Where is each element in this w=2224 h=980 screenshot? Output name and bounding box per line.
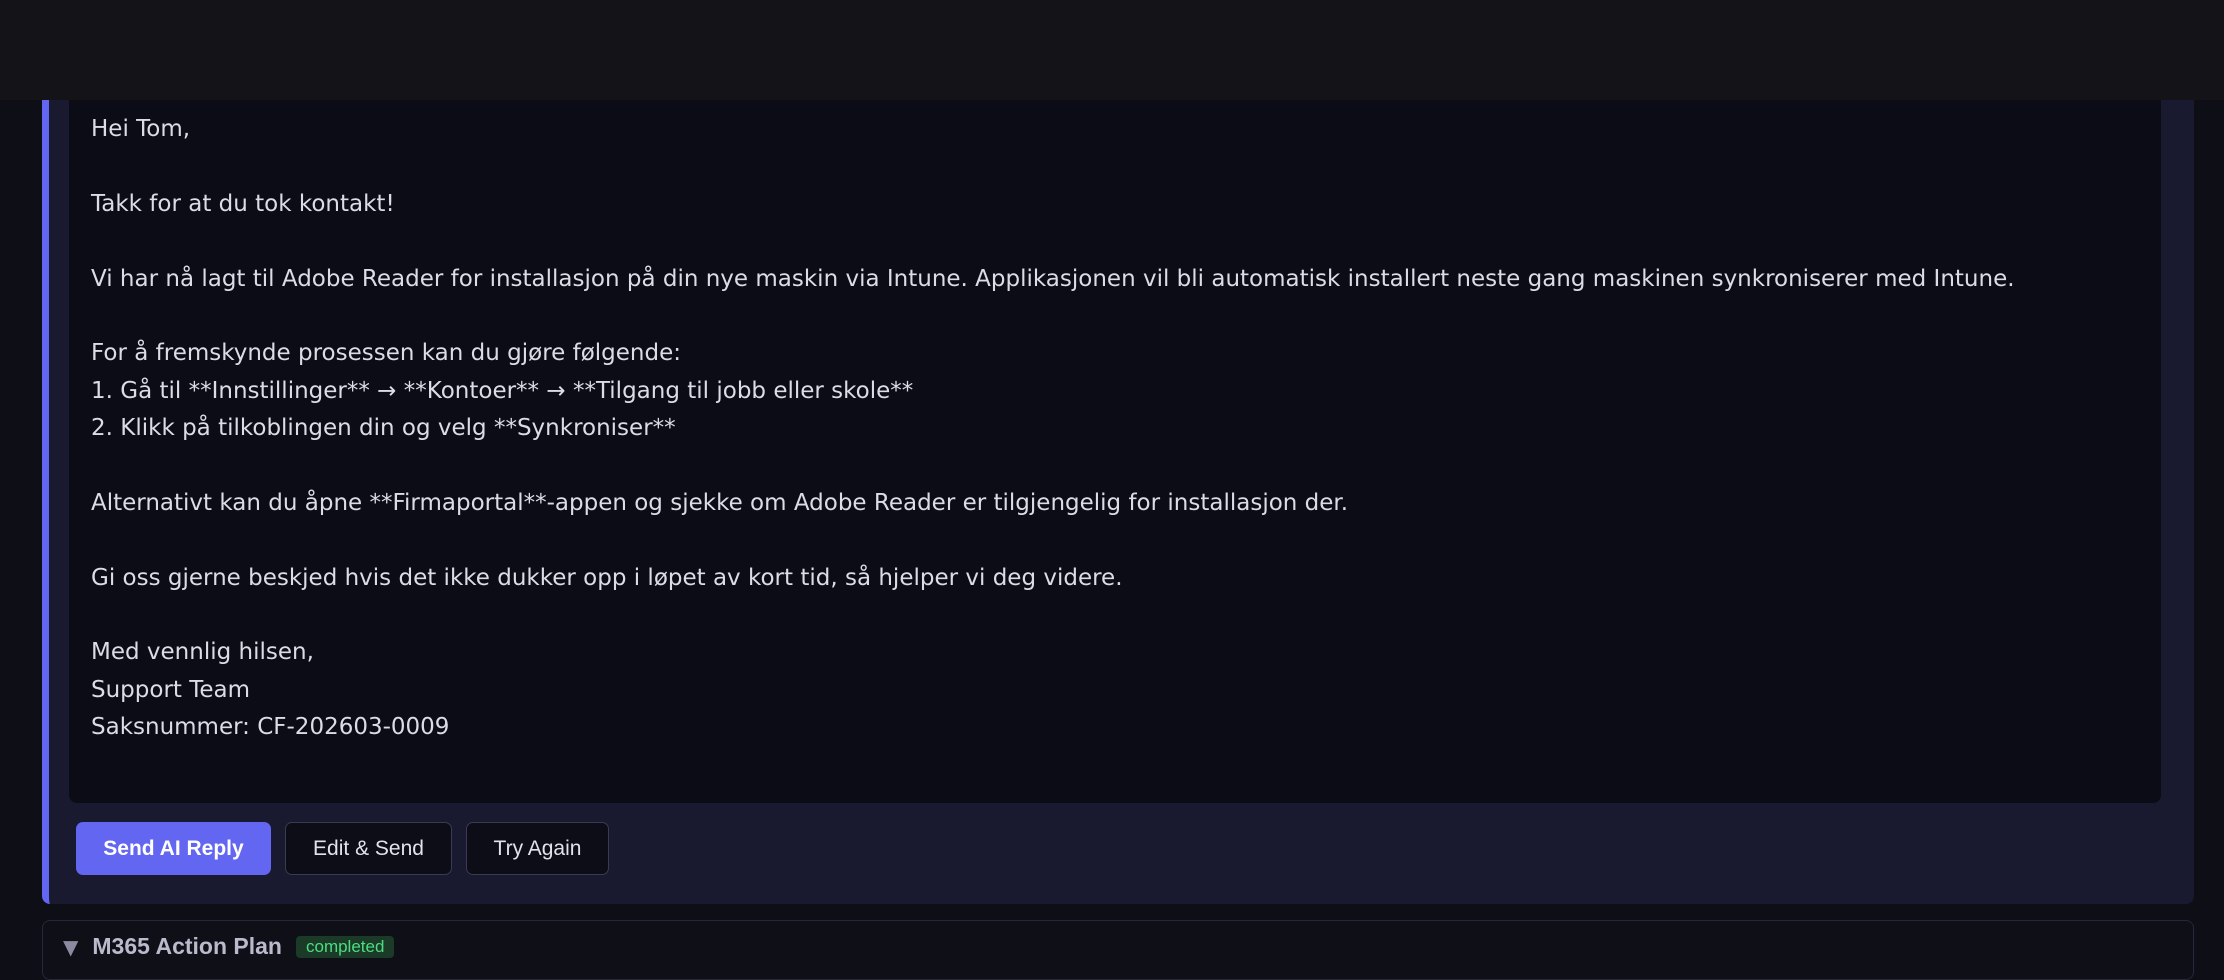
try-again-button[interactable]: Try Again [466, 822, 609, 875]
reply-line: Alternativt kan du åpne **Firmaportal**-… [91, 489, 1349, 516]
reply-line [91, 298, 2139, 335]
reply-line [91, 448, 2139, 485]
m365-action-plan-section[interactable]: ▼ M365 Action Plan completed [42, 920, 2194, 980]
reply-line: Hei Tom, [91, 116, 191, 142]
status-badge: completed [295, 935, 395, 958]
edit-and-send-button[interactable]: Edit & Send [285, 822, 452, 875]
reply-line: Takk for at du tok kontakt! [91, 190, 395, 217]
send-ai-reply-button[interactable]: Send AI Reply [76, 822, 271, 875]
reply-line: Gi oss gjerne beskjed hvis det ikke dukk… [91, 564, 1123, 591]
chevron-down-icon[interactable]: ▼ [63, 935, 78, 959]
reply-line [91, 597, 2139, 634]
ai-reply-text: Hei Tom, Takk for at du tok kontakt! Vi … [69, 91, 2161, 803]
reply-line: Support Team [91, 676, 251, 703]
top-bar [0, 0, 2224, 100]
section-header[interactable]: ▼ M365 Action Plan completed [63, 933, 395, 960]
reply-line: Saksnummer: CF-202603-0009 [91, 714, 450, 741]
reply-line: 1. Gå til **Innstillinger** → **Kontoer*… [91, 377, 914, 404]
reply-line: Med vennlig hilsen, [91, 639, 314, 666]
reply-line: Vi har nå lagt til Adobe Reader for inst… [91, 265, 2015, 292]
reply-actions: Send AI Reply Edit & Send Try Again [76, 822, 609, 875]
section-title: M365 Action Plan [92, 933, 282, 959]
reply-line [91, 522, 2139, 559]
reply-line: 2. Klikk på tilkoblingen din og velg **S… [91, 415, 676, 442]
reply-line [91, 148, 2139, 185]
reply-line [91, 223, 2139, 260]
reply-line: For å fremskynde prosessen kan du gjøre … [91, 340, 681, 367]
